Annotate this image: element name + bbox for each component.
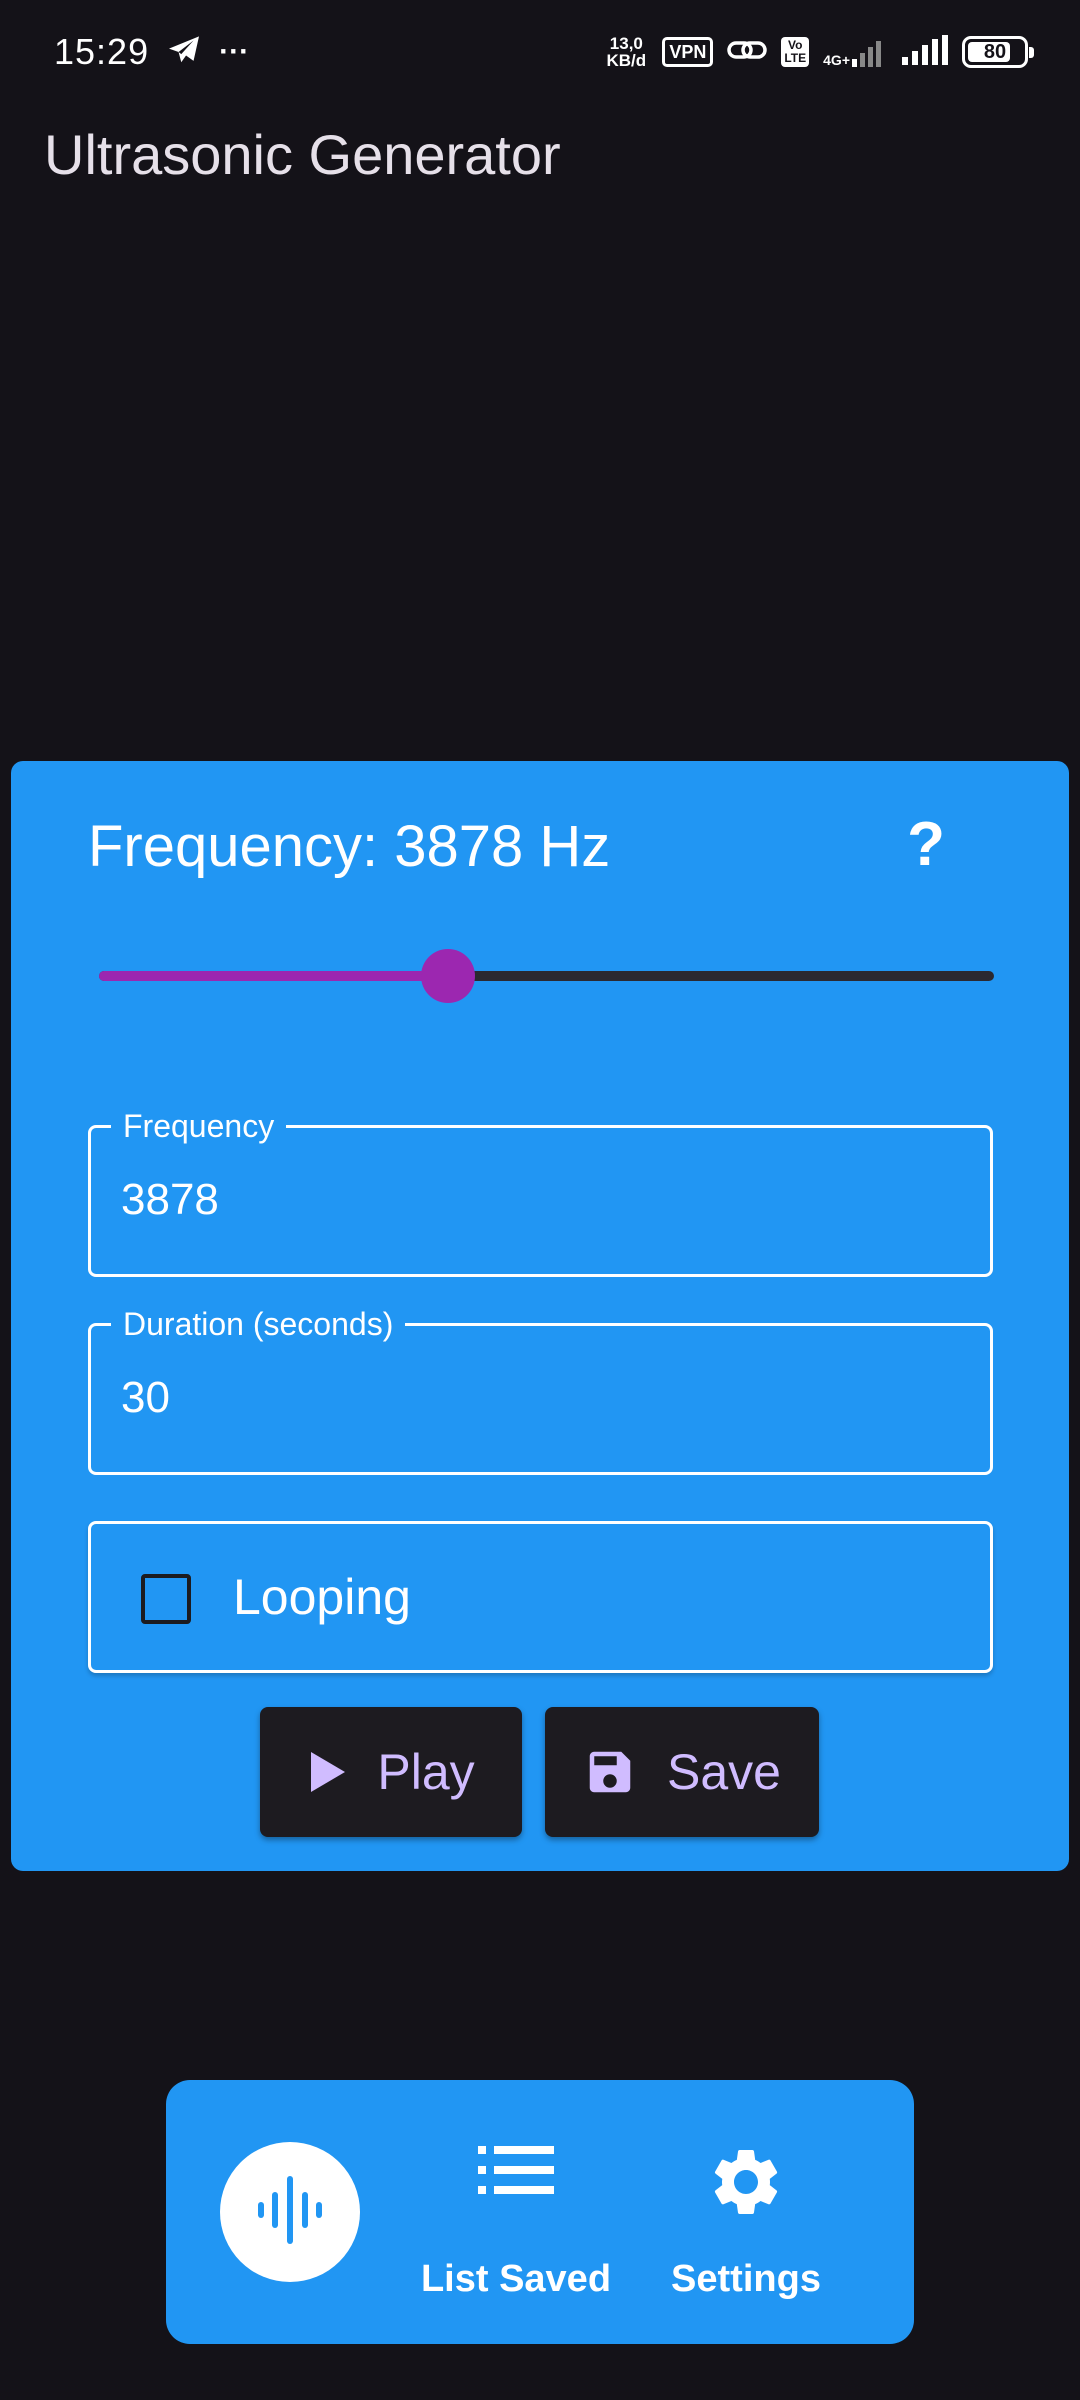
generator-card: Frequency: 3878 Hz ? Frequency Duration … [11,761,1069,1871]
status-bar-right: 13,0 KB/d VPN Vo LTE 4G+ 80 [604,34,1034,70]
battery-icon: 80 [962,36,1034,68]
bottom-navigation: List Saved Settings [166,2080,914,2344]
duration-input[interactable] [121,1368,941,1428]
play-button[interactable]: Play [260,1707,522,1837]
frequency-heading: Frequency: 3878 Hz [88,814,611,879]
status-bar-left: 15:29 ··· [54,31,249,73]
sound-wave-icon [252,2174,328,2251]
save-button-label: Save [667,1744,781,1800]
nav-label-settings: Settings [671,2258,821,2300]
volte-icon: Vo LTE [781,37,810,67]
more-notifications-icon: ··· [219,35,250,68]
signal-icon-sim1: 4G+ [823,37,888,67]
looping-toggle[interactable]: Looping [88,1521,993,1673]
network-speed: 13,0 KB/d [604,35,648,69]
status-time: 15:29 [54,31,150,72]
play-icon [307,1750,347,1794]
nav-item-settings[interactable]: Settings [646,2080,846,2344]
telegram-icon [167,35,201,70]
looping-label: Looping [233,1569,411,1625]
nav-item-generator[interactable] [220,2142,360,2282]
save-button[interactable]: Save [545,1707,819,1837]
frequency-field-label: Frequency [111,1109,287,1143]
gear-icon [706,2142,786,2227]
help-button[interactable]: ? [891,805,961,885]
duration-field[interactable]: Duration (seconds) [88,1307,993,1475]
link-icon [727,36,768,69]
vpn-icon: VPN [662,37,714,67]
network-speed-value: 13,0 [609,34,643,53]
floppy-disk-icon [583,1745,637,1799]
signal-icon [902,34,948,70]
frequency-field[interactable]: Frequency [88,1109,993,1277]
network-type: 4G+ [823,52,850,68]
status-bar: 15:29 ··· 13,0 KB/d VPN Vo LTE 4G+ 80 [0,0,1080,104]
play-button-label: Play [377,1744,475,1800]
list-icon [478,2142,554,2203]
looping-checkbox[interactable] [141,1574,191,1624]
duration-field-label: Duration (seconds) [111,1307,406,1341]
nav-item-list-saved[interactable]: List Saved [406,2080,626,2344]
frequency-slider[interactable] [99,949,994,1003]
frequency-input[interactable] [121,1170,941,1230]
nav-label-list-saved: List Saved [420,2258,612,2300]
volte-bottom: LTE [784,51,807,65]
battery-level: 80 [983,40,1007,63]
slider-active-track [99,971,449,981]
app-title: Ultrasonic Generator [44,123,561,186]
network-speed-unit: KB/d [606,51,647,70]
slider-thumb[interactable] [421,949,476,1003]
